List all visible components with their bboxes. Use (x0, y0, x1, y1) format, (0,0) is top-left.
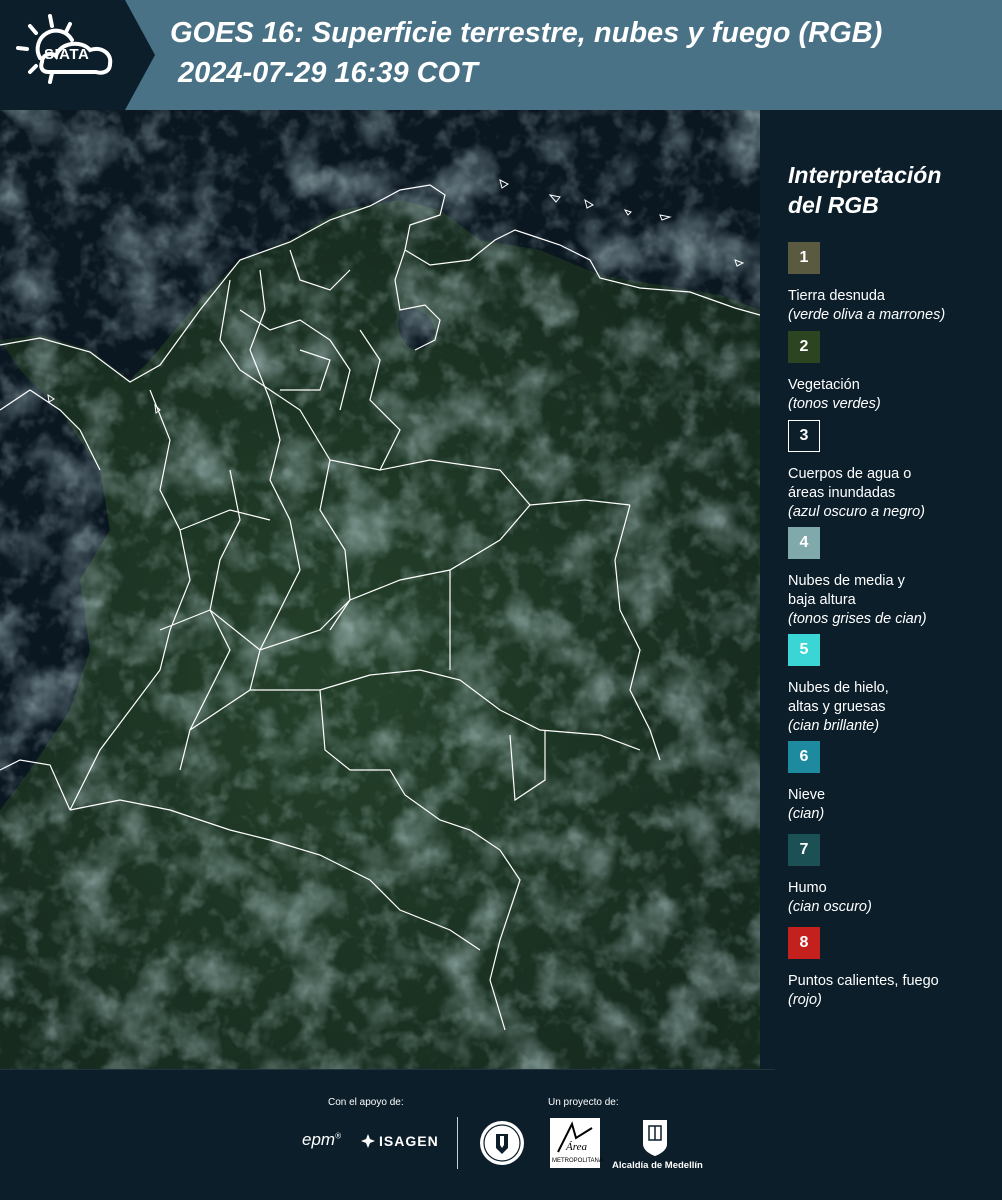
legend-note: (cian brillante) (788, 718, 880, 734)
legend-label: Puntos calientes, fuego (788, 973, 939, 989)
university-seal-icon (480, 1121, 524, 1165)
rgb-legend: Interpretación del RGB 1 Tierra desnuda … (788, 160, 998, 1008)
legend-item-mid-low-clouds: 4 Nubes de media y baja altura (tonos gr… (788, 527, 998, 634)
legend-label: Cuerpos de agua o áreas inundadas (788, 466, 912, 501)
legend-swatch: 2 (788, 331, 820, 363)
area-metropolitana-text: METROPOLITANA (552, 1158, 603, 1164)
legend-item-water: 3 Cuerpos de agua o áreas inundadas (azu… (788, 420, 998, 527)
legend-note: (cian oscuro) (788, 899, 872, 915)
legend-item-vegetation: 2 Vegetación (tonos verdes) (788, 331, 998, 420)
legend-swatch: 6 (788, 741, 820, 773)
legend-label: Vegetación (788, 377, 860, 393)
rgb-composite-image (0, 110, 760, 1070)
satellite-map[interactable] (0, 110, 760, 1070)
legend-item-fire: 8 Puntos calientes, fuego (rojo) (788, 927, 998, 1016)
legend-swatch: 8 (788, 927, 820, 959)
legend-note: (cian) (788, 806, 825, 822)
legend-note: (tonos grises de cian) (788, 611, 927, 627)
legend-items: 1 Tierra desnuda (verde oliva a marrones… (788, 242, 998, 1016)
project-label: Un proyecto de: (548, 1097, 619, 1108)
legend-note: (verde oliva a marrones) (788, 307, 946, 323)
footer-divider-line (0, 1069, 775, 1070)
siata-logo: SIATA (0, 0, 155, 110)
legend-swatch: 1 (788, 242, 820, 274)
page-title: GOES 16: Superficie terrestre, nubes y f… (170, 17, 883, 49)
legend-label: Nubes de media y baja altura (788, 573, 905, 608)
logo-text: SIATA (44, 46, 90, 63)
legend-swatch: 5 (788, 634, 820, 666)
legend-label: Tierra desnuda (788, 288, 885, 304)
legend-note: (rojo) (788, 992, 822, 1008)
support-label: Con el apoyo de: (328, 1097, 404, 1108)
legend-swatch: 7 (788, 834, 820, 866)
epm-logo: epm® (302, 1130, 341, 1149)
alcaldia-medellin-logo: Alcaldía de Medellín (612, 1160, 703, 1171)
timestamp: 2024-07-29 16:39 COT (178, 57, 478, 89)
legend-swatch: 3 (788, 420, 820, 452)
isagen-icon (361, 1134, 375, 1148)
legend-label: Humo (788, 880, 827, 896)
legend-item-snow: 6 Nieve (cian) (788, 741, 998, 834)
legend-item-bare-soil: 1 Tierra desnuda (verde oliva a marrones… (788, 242, 998, 331)
header-bar: SIATA GOES 16: Superficie terrestre, nub… (0, 0, 1002, 110)
legend-title: Interpretación del RGB (788, 162, 942, 218)
legend-item-ice-clouds: 5 Nubes de hielo, altas y gruesas (cian … (788, 634, 998, 741)
isagen-logo: ISAGEN (360, 1133, 439, 1149)
legend-note: (azul oscuro a negro) (788, 504, 926, 520)
legend-swatch: 4 (788, 527, 820, 559)
cloud-layer-fine (0, 110, 760, 1070)
svg-text:Área: Área (565, 1141, 587, 1153)
legend-note: (tonos verdes) (788, 396, 881, 412)
alcaldia-shield-icon (643, 1120, 667, 1156)
area-metropolitana-icon: Área (557, 1121, 593, 1153)
legend-item-smoke: 7 Humo (cian oscuro) (788, 834, 998, 927)
legend-label: Nubes de hielo, altas y gruesas (788, 680, 889, 715)
footer-divider (457, 1117, 458, 1169)
legend-label: Nieve (788, 787, 826, 803)
